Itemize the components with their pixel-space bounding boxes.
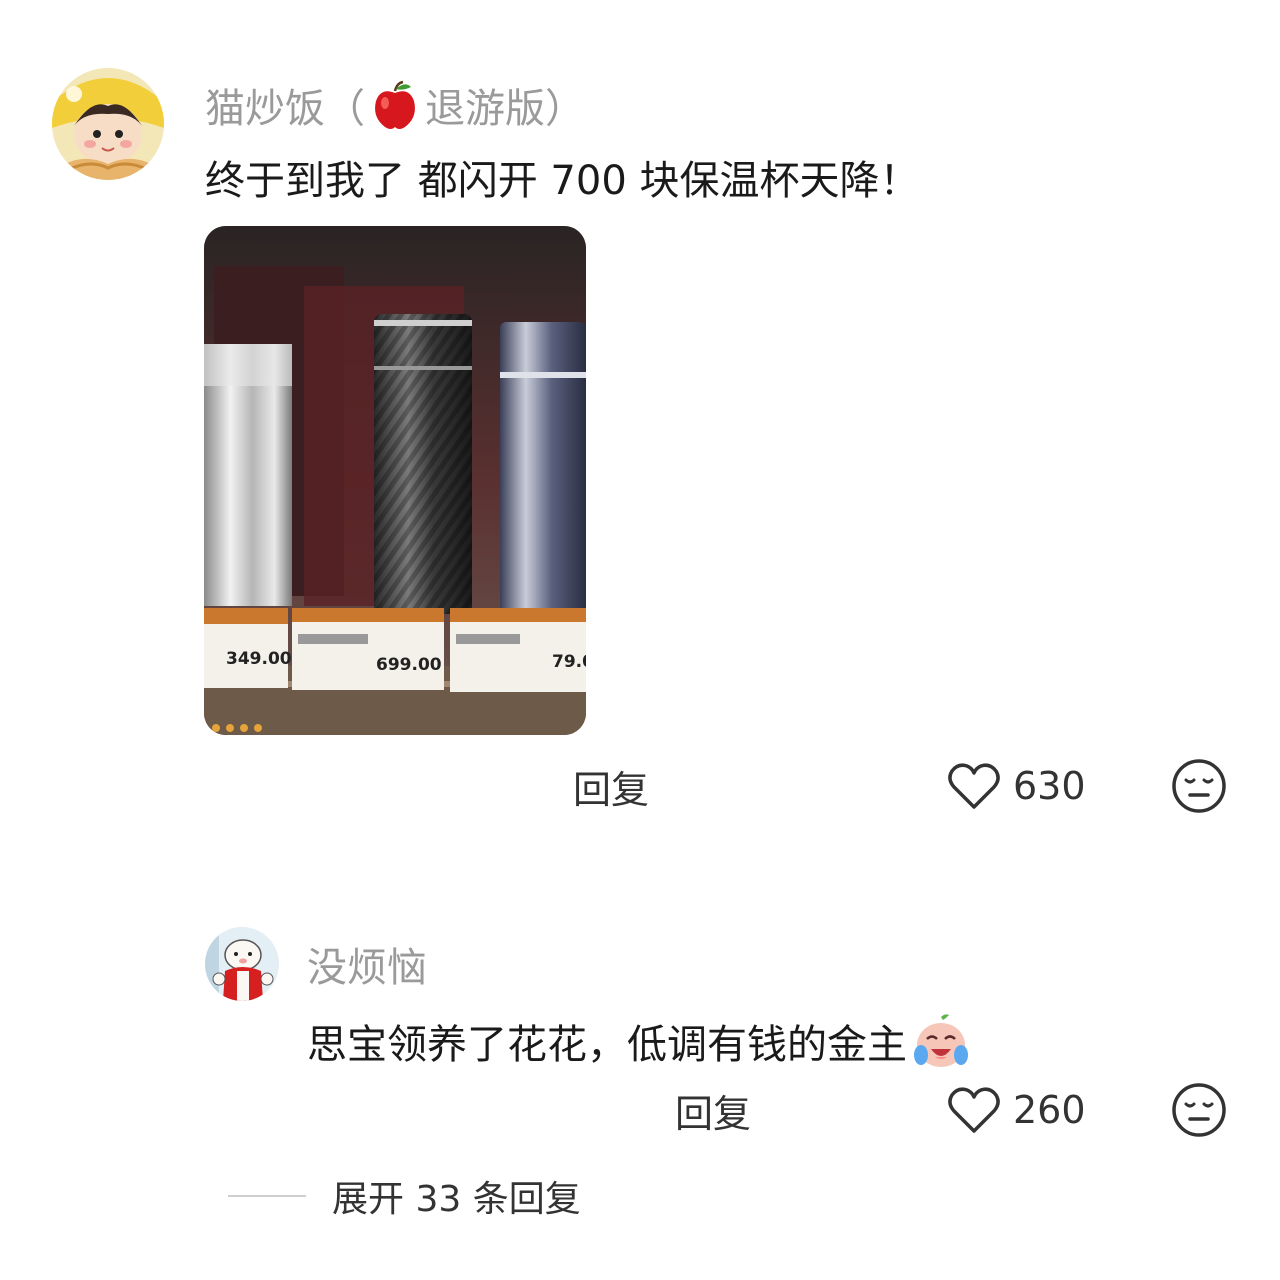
price-tag-value: 79.0 <box>552 652 586 672</box>
avatar-illustration <box>205 927 279 1001</box>
username-prefix: 猫炒饭（ <box>205 86 365 132</box>
heart-outline-icon <box>948 763 1000 809</box>
price-tag-3: 79.0 <box>450 608 586 692</box>
username[interactable]: 没烦恼 <box>307 935 427 993</box>
username[interactable]: 猫炒饭（ 退游版） <box>205 76 585 134</box>
avatar[interactable] <box>205 927 279 1001</box>
reply-button[interactable]: 回复 <box>675 1083 751 1138</box>
price-tag-value: 699.00 <box>376 655 442 675</box>
like-button[interactable]: 260 <box>947 1085 1086 1135</box>
neutral-face-icon[interactable] <box>1171 758 1227 814</box>
comment-text-body: 思宝领养了花花，低调有钱的金主 <box>307 1022 907 1068</box>
price-tag-1: 349.00 <box>204 608 292 688</box>
like-count: 630 <box>1013 764 1086 808</box>
username-suffix: 退游版） <box>425 86 585 132</box>
expand-replies-label: 展开 33 条回复 <box>332 1179 581 1220</box>
avatar[interactable] <box>52 68 164 180</box>
divider <box>228 1195 306 1197</box>
expand-replies-button[interactable]: 展开 33 条回复 <box>228 1170 581 1222</box>
comment-text: 思宝领养了花花，低调有钱的金主 <box>307 1011 971 1071</box>
avatar-illustration <box>52 68 164 180</box>
neutral-face-icon[interactable] <box>1171 1082 1227 1138</box>
comment-actions: 回复 630 <box>573 758 1233 814</box>
like-button[interactable]: 630 <box>947 761 1086 811</box>
comment-photo[interactable]: 349.00 699.00 79.0 <box>204 226 586 735</box>
price-tag-value: 349.00 <box>226 649 292 669</box>
reply-actions: 回复 260 <box>675 1082 1233 1138</box>
heart-outline-icon <box>948 1087 1000 1133</box>
like-count: 260 <box>1013 1088 1086 1132</box>
thermos-photo: 349.00 699.00 79.0 <box>204 226 586 735</box>
comment-text: 终于到我了 都闪开 700 块保温杯天降！ <box>205 158 920 204</box>
apple-emoji-icon <box>375 80 415 129</box>
crying-emoji-icon <box>914 1014 968 1067</box>
price-tag-2: 699.00 <box>292 608 444 690</box>
reply-button[interactable]: 回复 <box>573 759 649 814</box>
comment-thread: 猫炒饭（ 退游版） 终于到我了 都闪开 700 块保温杯天降！ 349.00 6… <box>0 0 1280 1280</box>
